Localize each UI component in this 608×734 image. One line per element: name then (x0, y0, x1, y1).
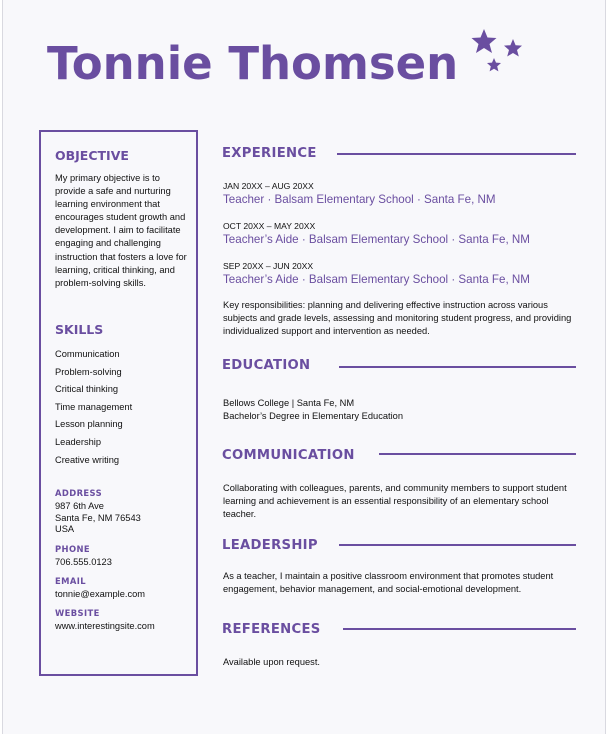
phone-label: PHONE (55, 544, 90, 554)
education-school: Bellows College | Santa Fe, NM (223, 398, 355, 408)
communication-rule (379, 453, 576, 455)
job-role: Teacher’s Aide · Balsam Elementary Schoo… (223, 273, 530, 286)
skills-list: Communication Problem-solving Critical t… (55, 348, 132, 471)
email-label: EMAIL (55, 576, 86, 586)
website-label: WEBSITE (55, 608, 100, 618)
skills-heading: SKILLS (55, 322, 104, 337)
skill-item: Leadership (55, 436, 102, 447)
skill-item: Time management (55, 401, 133, 412)
communication-heading: COMMUNICATION (222, 448, 355, 463)
experience-rule (337, 153, 576, 155)
job-dates: OCT 20XX – MAY 20XX (223, 221, 316, 231)
job-dates: SEP 20XX – JUN 20XX (223, 261, 314, 271)
education-heading: EDUCATION (222, 358, 311, 373)
skill-item: Critical thinking (55, 384, 119, 395)
email-value[interactable]: tonnie@example.com (55, 589, 145, 601)
job-dates: JAN 20XX – AUG 20XX (223, 181, 314, 191)
address-label: ADDRESS (55, 488, 103, 498)
address-value: 987 6th Ave Santa Fe, NM 76543 USA (55, 501, 141, 534)
experience-heading: EXPERIENCE (222, 146, 317, 161)
leadership-text: As a teacher, I maintain a positive clas… (223, 571, 554, 595)
candidate-name: Tonnie Thomsen (47, 37, 459, 90)
references-text: Available upon request. (223, 657, 320, 667)
education-degree: Bachelor’s Degree in Elementary Educatio… (223, 411, 404, 421)
objective-heading: OBJECTIVE (55, 148, 129, 163)
responsibilities-text: Key responsibilities: planning and deliv… (223, 300, 572, 337)
skill-item: Lesson planning (55, 419, 123, 430)
references-rule (343, 628, 576, 630)
skill-item: Creative writing (55, 454, 120, 465)
website-value[interactable]: www.interestingsite.com (55, 621, 155, 633)
job-role: Teacher · Balsam Elementary School · San… (223, 193, 496, 206)
resume-page: Tonnie Thomsen OBJECTIVE My primary obje… (2, 0, 606, 734)
job-role: Teacher’s Aide · Balsam Elementary Schoo… (223, 233, 530, 246)
communication-text: Collaborating with colleagues, parents, … (223, 483, 567, 520)
education-rule (339, 366, 576, 368)
leadership-heading: LEADERSHIP (222, 538, 318, 553)
stars-icon (471, 29, 522, 72)
objective-text: My primary objective is to provide a saf… (55, 173, 187, 288)
sidebar: OBJECTIVE My primary objective is to pro… (39, 130, 198, 676)
skill-item: Communication (55, 349, 120, 359)
leadership-rule (339, 544, 576, 546)
phone-value: 706.555.0123 (55, 557, 112, 567)
skill-item: Problem-solving (55, 366, 122, 377)
references-heading: REFERENCES (222, 622, 321, 637)
